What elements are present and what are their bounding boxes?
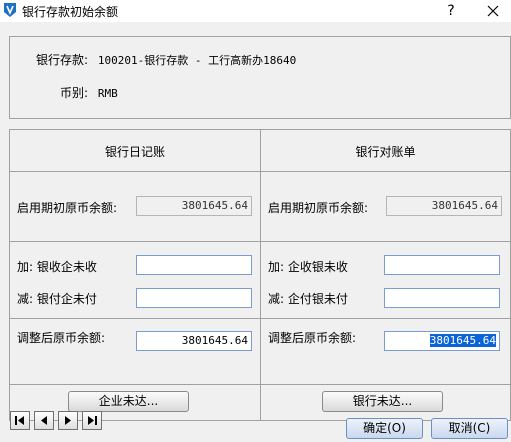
statement-opening-field: 3801645.64 (386, 196, 502, 216)
help-button[interactable]: ? (440, 1, 462, 21)
account-label: 银行存款: (36, 53, 89, 67)
journal-adjusted-field[interactable]: 3801645.64 (136, 331, 252, 351)
first-record-button[interactable] (10, 411, 30, 430)
statement-opening-label: 启用期初原币余额: (268, 201, 369, 215)
journal-sub-field[interactable] (136, 288, 252, 308)
journal-add-label: 加: 银收企未收 (17, 260, 97, 274)
grid-divider (260, 130, 261, 420)
journal-opening-label: 启用期初原币余额: (17, 201, 118, 215)
ok-button[interactable]: 确定(O) (346, 418, 423, 439)
close-button[interactable] (481, 1, 505, 21)
last-record-icon (88, 416, 97, 425)
statement-adjusted-field[interactable]: 3801645.64 (384, 331, 500, 351)
next-record-icon (65, 416, 71, 425)
bank-outstanding-button[interactable]: 银行未达... (322, 391, 443, 412)
previous-record-icon (41, 416, 47, 425)
cancel-button[interactable]: 取消(C) (431, 418, 508, 439)
statement-sub-label: 减: 企付银未付 (268, 292, 348, 306)
last-record-button[interactable] (82, 411, 102, 430)
currency-value: RMB (97, 87, 118, 100)
statement-add-label: 加: 企收银未收 (268, 260, 348, 274)
currency-row: 币别: RMB (60, 84, 118, 101)
enterprise-outstanding-button[interactable]: 企业未达... (68, 391, 189, 412)
first-record-icon (15, 416, 24, 425)
statement-sub-field[interactable] (384, 288, 500, 308)
journal-opening-field: 3801645.64 (136, 196, 252, 216)
window-title: 银行存款初始余额 (22, 5, 119, 19)
statement-adjusted-label: 调整后原币余额: (268, 331, 357, 345)
close-icon (487, 5, 499, 17)
title-bar: 银行存款初始余额 ? (0, 0, 511, 22)
account-row: 银行存款: 100201-银行存款 - 工行高新办18640 (36, 51, 296, 68)
journal-adjusted-label: 调整后原币余额: (17, 331, 106, 345)
journal-add-field[interactable] (136, 255, 252, 275)
journal-header: 银行日记账 (104, 145, 165, 159)
account-info-panel: 银行存款: 100201-银行存款 - 工行高新办18640 币别: RMB (9, 36, 511, 119)
journal-sub-label: 减: 银付企未付 (17, 292, 97, 306)
previous-record-button[interactable] (34, 411, 54, 430)
statement-adjusted-selected-text: 3801645.64 (429, 334, 496, 347)
currency-label: 币别: (60, 86, 89, 100)
statement-header: 银行对账单 (355, 145, 416, 159)
balance-grid: 银行日记账 启用期初原币余额: 3801645.64 加: 银收企未收 减: 银… (9, 129, 511, 421)
account-value: 100201-银行存款 - 工行高新办18640 (97, 54, 297, 67)
next-record-button[interactable] (58, 411, 78, 430)
app-logo-icon (3, 2, 17, 18)
statement-add-field[interactable] (384, 255, 500, 275)
dialog-body: 银行存款: 100201-银行存款 - 工行高新办18640 币别: RMB 银… (0, 22, 511, 442)
